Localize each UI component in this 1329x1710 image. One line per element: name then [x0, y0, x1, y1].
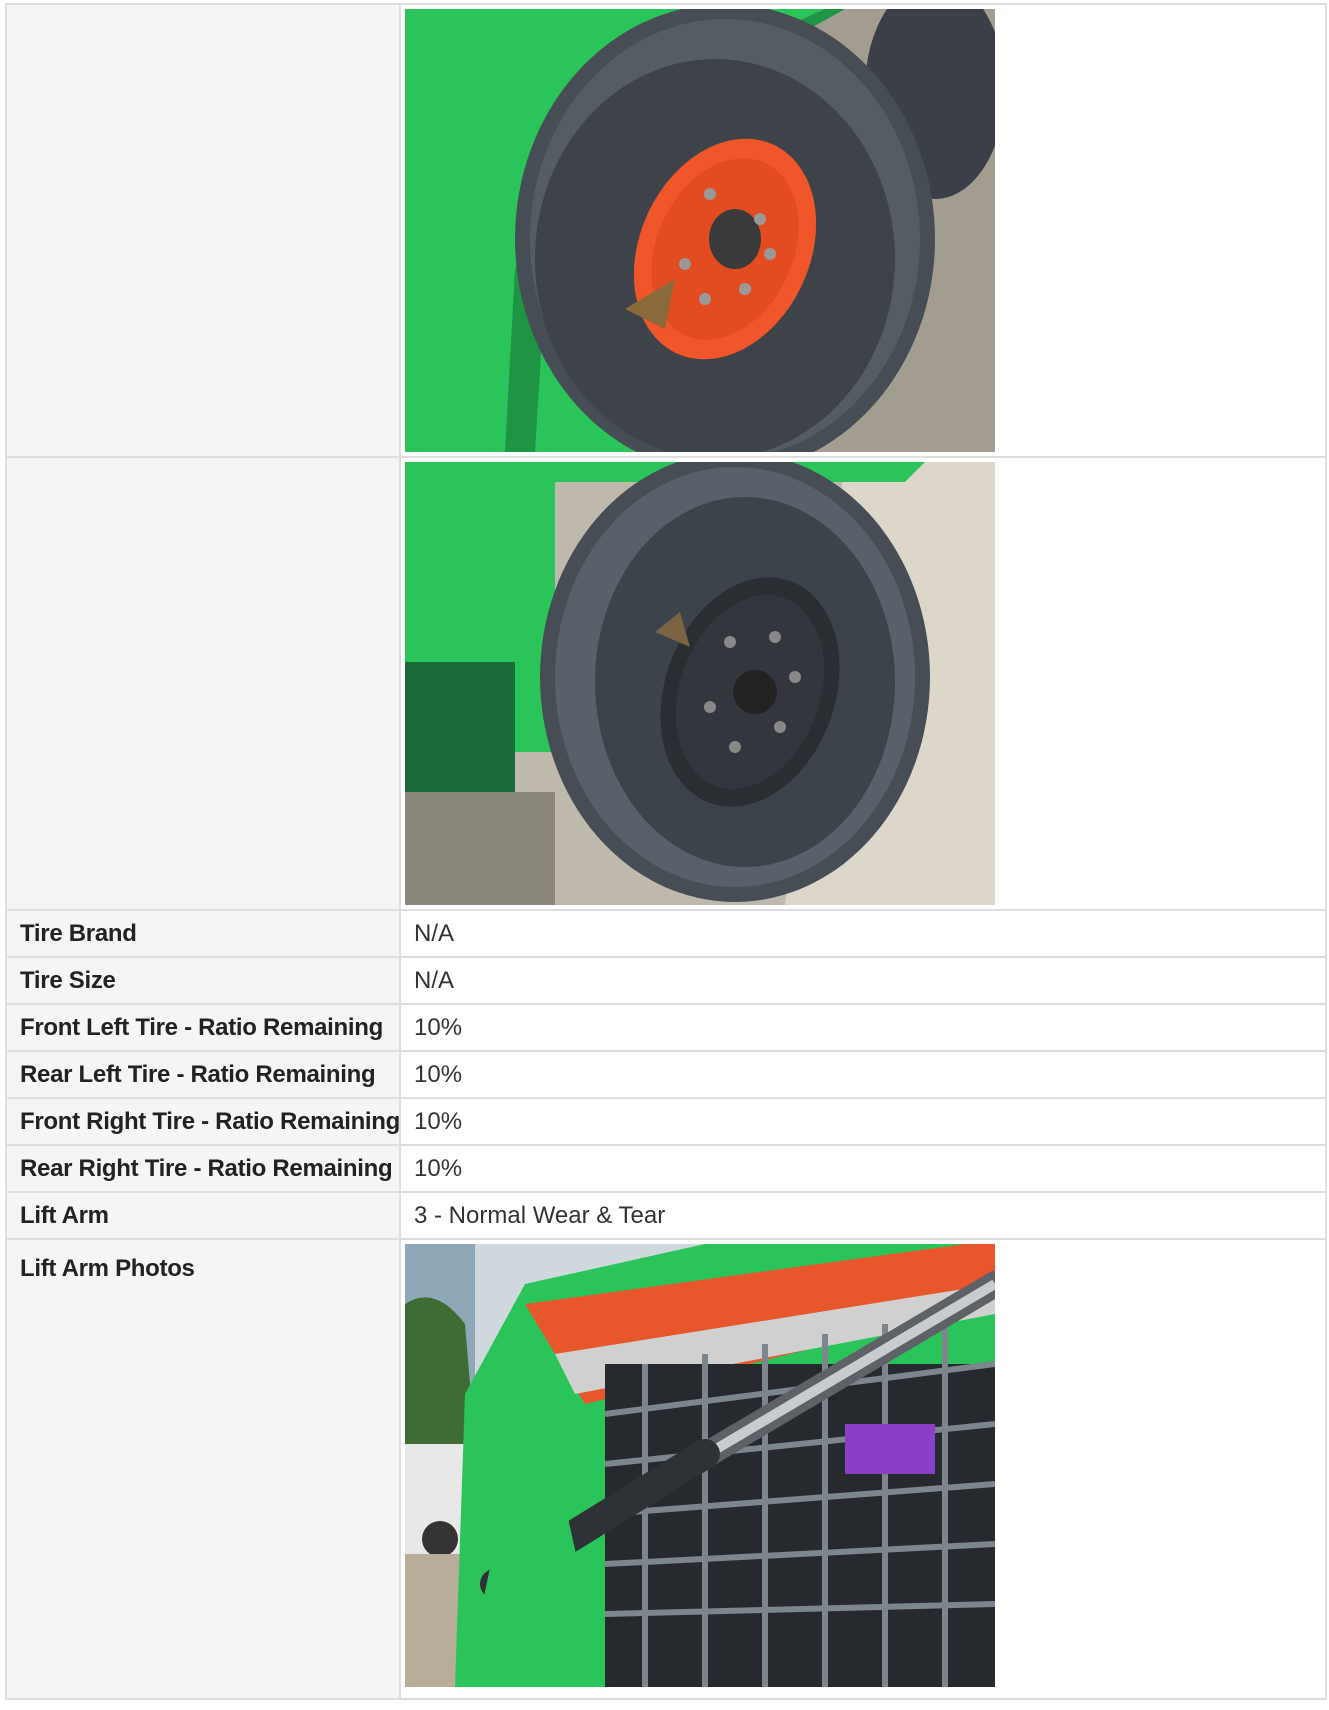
lift-arm-photo-cell [399, 1238, 1327, 1700]
row-label-empty [5, 456, 401, 911]
tire-brand-value: N/A [399, 909, 1327, 958]
front-left-tire-value: 10% [399, 1003, 1327, 1052]
front-right-tire-label: Front Right Tire - Ratio Remaining [5, 1097, 401, 1146]
lift-arm-label: Lift Arm [5, 1191, 401, 1240]
table-row: Rear Left Tire - Ratio Remaining 10% [5, 1050, 1327, 1099]
rear-right-tire-value: 10% [399, 1144, 1327, 1193]
tire-size-label: Tire Size [5, 956, 401, 1005]
row-label-empty [5, 3, 401, 458]
front-right-tire-value: 10% [399, 1097, 1327, 1146]
table-row: Lift Arm Photos [5, 1238, 1327, 1700]
tire-photo-orange-wheel[interactable] [405, 9, 995, 452]
lift-arm-photo[interactable] [405, 1244, 995, 1687]
table-row: Front Left Tire - Ratio Remaining 10% [5, 1003, 1327, 1052]
table-row: Rear Right Tire - Ratio Remaining 10% [5, 1144, 1327, 1193]
tire-photo-cell [399, 456, 1327, 911]
lift-arm-photos-label: Lift Arm Photos [5, 1238, 401, 1700]
tire-photo-cell [399, 3, 1327, 458]
tire-brand-label: Tire Brand [5, 909, 401, 958]
rear-right-tire-label: Rear Right Tire - Ratio Remaining [5, 1144, 401, 1193]
inspection-table: Tire Brand N/A Tire Size N/A Front Left … [5, 3, 1327, 1700]
table-row [5, 456, 1327, 911]
lift-arm-value: 3 - Normal Wear & Tear [399, 1191, 1327, 1240]
table-row: Tire Brand N/A [5, 909, 1327, 958]
tire-size-value: N/A [399, 956, 1327, 1005]
table-row: Lift Arm 3 - Normal Wear & Tear [5, 1191, 1327, 1240]
rear-left-tire-label: Rear Left Tire - Ratio Remaining [5, 1050, 401, 1099]
table-row [5, 3, 1327, 458]
table-row: Tire Size N/A [5, 956, 1327, 1005]
tire-photo-black-wheel[interactable] [405, 462, 995, 905]
table-row: Front Right Tire - Ratio Remaining 10% [5, 1097, 1327, 1146]
rear-left-tire-value: 10% [399, 1050, 1327, 1099]
front-left-tire-label: Front Left Tire - Ratio Remaining [5, 1003, 401, 1052]
